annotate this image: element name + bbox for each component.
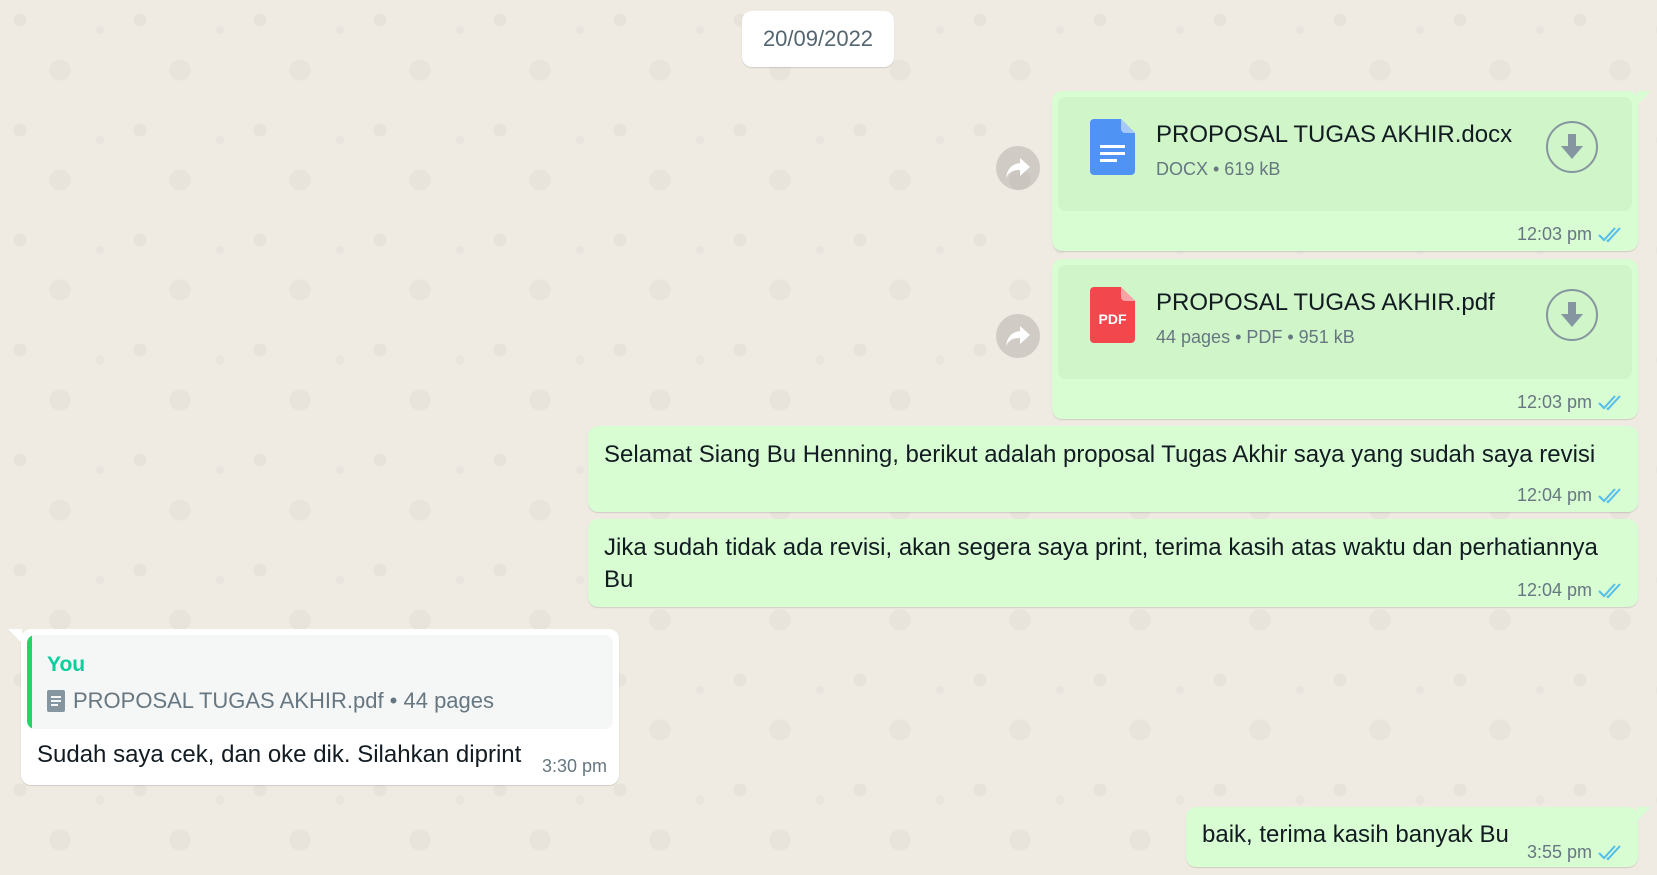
double-check-icon [1598, 582, 1621, 598]
quoted-message[interactable]: You PROPOSAL TUGAS AKHIR.pdf • 44 pages [27, 635, 613, 729]
message-bubble-text[interactable]: Selamat Siang Bu Henning, berikut adalah… [588, 426, 1638, 512]
document-card[interactable]: PDF PROPOSAL TUGAS AKHIR.pdf 44 pages • … [1058, 265, 1632, 379]
message-meta: 3:30 pm [542, 756, 607, 777]
quote-author: You [47, 653, 86, 676]
message-meta: 12:03 pm [1517, 224, 1626, 245]
message-text: Jika sudah tidak ada revisi, akan segera… [604, 534, 1598, 593]
message-time: 12:03 pm [1516, 392, 1592, 412]
quote-text: PROPOSAL TUGAS AKHIR.pdf • 44 pages [73, 688, 495, 713]
forward-icon [1006, 158, 1030, 178]
bubble-tail [1637, 91, 1651, 105]
forward-button[interactable] [996, 146, 1040, 190]
message-meta: 3:55 pm [1527, 842, 1626, 863]
message-meta: 12:04 pm [1517, 580, 1626, 601]
message-time: 12:04 pm [1516, 580, 1592, 600]
message-time: 3:30 pm [541, 756, 607, 776]
document-file-meta: 44 pages • PDF • 951 kB [1156, 327, 1355, 347]
double-check-icon [1598, 226, 1621, 242]
date-separator: 20/09/2022 [742, 11, 894, 67]
quote-body: PROPOSAL TUGAS AKHIR.pdf • 44 pages [47, 688, 494, 714]
message-text: Sudah saya cek, dan oke dik. Silahkan di… [37, 741, 522, 768]
double-check-icon [1598, 844, 1621, 860]
quote-accent-bar [27, 635, 32, 729]
message-time: 12:04 pm [1516, 485, 1592, 505]
download-icon [1561, 302, 1583, 327]
download-button[interactable] [1546, 289, 1598, 341]
document-file-name: PROPOSAL TUGAS AKHIR.pdf [1156, 289, 1495, 316]
message-bubble-text[interactable]: baik, terima kasih banyak Bu 3:55 pm [1186, 807, 1651, 867]
forward-button[interactable] [996, 314, 1040, 358]
bubble-tail [1637, 807, 1651, 821]
bubble-tail [8, 629, 22, 643]
message-meta: 12:03 pm [1517, 392, 1626, 413]
message-time: 12:03 pm [1516, 224, 1592, 244]
forward-icon [1006, 326, 1030, 346]
docx-file-icon [1090, 119, 1135, 175]
message-bubble-text[interactable]: Jika sudah tidak ada revisi, akan segera… [588, 519, 1638, 607]
message-bubble-reply[interactable]: You PROPOSAL TUGAS AKHIR.pdf • 44 pages … [8, 629, 619, 785]
message-bubble-document[interactable]: PROPOSAL TUGAS AKHIR.docx DOCX • 619 kB … [1052, 91, 1651, 251]
double-check-icon [1598, 394, 1621, 410]
double-check-icon [1598, 487, 1621, 503]
document-file-meta: DOCX • 619 kB [1156, 159, 1281, 179]
download-button[interactable] [1546, 121, 1598, 173]
message-text: Selamat Siang Bu Henning, berikut adalah… [604, 441, 1596, 468]
pdf-file-icon: PDF [1090, 287, 1135, 343]
document-file-name: PROPOSAL TUGAS AKHIR.docx [1156, 121, 1513, 148]
message-bubble-document[interactable]: PDF PROPOSAL TUGAS AKHIR.pdf 44 pages • … [1052, 259, 1638, 419]
download-icon [1561, 134, 1583, 159]
message-time: 3:55 pm [1526, 842, 1592, 862]
pdf-icon-label: PDF [1099, 311, 1127, 327]
document-card[interactable]: PROPOSAL TUGAS AKHIR.docx DOCX • 619 kB [1058, 97, 1632, 211]
document-icon [47, 690, 65, 712]
message-meta: 12:04 pm [1517, 485, 1626, 506]
